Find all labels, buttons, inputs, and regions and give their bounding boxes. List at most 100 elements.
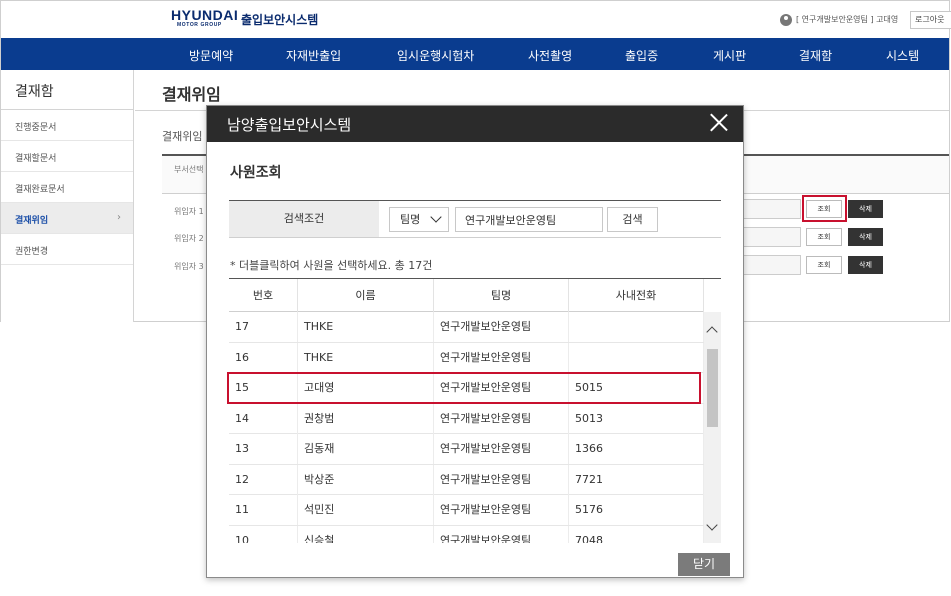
- cell-number: 17: [229, 312, 298, 342]
- user-info: [ 연구개발보안운영팀 ] 고대영: [796, 15, 899, 24]
- table-body: 17 THKE 연구개발보안운영팀 16 THKE 연구개발보안운영팀 15 고…: [229, 312, 704, 543]
- search-button[interactable]: 검색: [607, 207, 658, 232]
- nav-item-approval[interactable]: 결재함: [799, 47, 832, 64]
- cell-phone: 5015: [569, 373, 704, 403]
- table-row[interactable]: 17 THKE 연구개발보안운영팀: [229, 312, 704, 343]
- nav-item-visit-reservation[interactable]: 방문예약: [189, 47, 233, 64]
- table-header: 번호 이름 팀명 사내전화: [229, 279, 704, 312]
- table-row[interactable]: 12 박상준 연구개발보안운영팀 7721: [229, 464, 704, 495]
- hyundai-logo[interactable]: HYUNDAI MOTOR GROUP: [171, 8, 238, 30]
- scroll-down-icon[interactable]: [706, 519, 718, 531]
- cell-team: 연구개발보안운영팀: [434, 434, 569, 464]
- search-type-select[interactable]: 팀명: [389, 207, 449, 232]
- modal-header: 남양출입보안시스템: [207, 106, 743, 142]
- cell-team: 연구개발보안운영팀: [434, 525, 569, 543]
- table-row[interactable]: 14 권창범 연구개발보안운영팀 5013: [229, 403, 704, 434]
- delegate-label-1: 위임자 1: [174, 207, 204, 216]
- column-header-team: 팀명: [434, 279, 569, 312]
- cell-name: 신승철: [298, 525, 434, 543]
- scroll-up-icon[interactable]: [706, 326, 718, 338]
- lookup-button-3[interactable]: 조회: [806, 256, 842, 274]
- cell-number: 14: [229, 403, 298, 434]
- nav-item-test-vehicle[interactable]: 임시운행시험차: [397, 47, 474, 64]
- close-icon[interactable]: [709, 112, 729, 132]
- section-title: 결재위임: [162, 130, 203, 143]
- cell-phone: [569, 342, 704, 373]
- column-header-phone: 사내전화: [569, 279, 704, 312]
- cell-team: 연구개발보안운영팀: [434, 464, 569, 495]
- employee-table: 번호 이름 팀명 사내전화 17 THKE 연구개발보안운영팀 16 THKE …: [229, 278, 721, 543]
- cell-name: THKE: [298, 312, 434, 342]
- sidebar-item-label: 결재완료문서: [15, 185, 65, 195]
- chevron-down-icon: [430, 211, 442, 223]
- cell-name: 박상준: [298, 464, 434, 495]
- delegate-input-2[interactable]: [743, 227, 801, 247]
- cell-phone: 1366: [569, 434, 704, 464]
- employee-search-modal: 남양출입보안시스템 사원조회 검색조건 팀명 검색 * 더블클릭하여 사원을 선…: [206, 105, 744, 578]
- cell-number: 13: [229, 434, 298, 464]
- search-panel: 검색조건 팀명 검색: [229, 200, 721, 238]
- logout-button[interactable]: 로그아웃: [910, 11, 951, 29]
- delete-button-3[interactable]: 삭제: [848, 256, 883, 274]
- lookup-button-2[interactable]: 조회: [806, 228, 842, 246]
- app-title: 출입보안시스템: [241, 13, 319, 27]
- search-input[interactable]: [455, 207, 603, 232]
- cell-phone: 7048: [569, 525, 704, 543]
- cell-name: 석민진: [298, 495, 434, 525]
- close-button[interactable]: 닫기: [678, 553, 730, 576]
- sidebar-item-completed[interactable]: 결재완료문서: [1, 172, 133, 203]
- cell-team: 연구개발보안운영팀: [434, 342, 569, 373]
- cell-number: 15: [229, 373, 298, 403]
- table-row-selected[interactable]: 15 고대영 연구개발보안운영팀 5015: [229, 373, 704, 404]
- search-type-value: 팀명: [400, 213, 421, 226]
- chevron-right-icon: ›: [117, 212, 121, 223]
- cell-number: 11: [229, 495, 298, 525]
- table-row[interactable]: 11 석민진 연구개발보안운영팀 5176: [229, 495, 704, 526]
- cell-phone: 5013: [569, 403, 704, 434]
- delete-button-2[interactable]: 삭제: [848, 228, 883, 246]
- nav-item-pre-photo[interactable]: 사전촬영: [528, 47, 572, 64]
- sidebar-item-label: 진행중문서: [15, 123, 57, 133]
- cell-team: 연구개발보안운영팀: [434, 312, 569, 342]
- delegate-label-2: 위임자 2: [174, 234, 204, 243]
- column-header-name: 이름: [298, 279, 434, 312]
- sidebar-title: 결재함: [1, 70, 133, 110]
- table-scrollbar[interactable]: [704, 312, 721, 543]
- cell-name: THKE: [298, 342, 434, 373]
- scroll-thumb[interactable]: [707, 349, 718, 427]
- main-nav: 방문예약 자재반출입 임시운행시험차 사전촬영 출입증 게시판 결재함 시스템: [1, 38, 949, 70]
- table-row[interactable]: 13 김동재 연구개발보안운영팀 1366: [229, 434, 704, 465]
- cell-number: 16: [229, 342, 298, 373]
- page-title: 결재위임: [162, 85, 221, 104]
- cell-name: 김동재: [298, 434, 434, 464]
- sidebar-item-permission[interactable]: 권한변경: [1, 234, 133, 265]
- column-header-number: 번호: [229, 279, 298, 312]
- sidebar: 결재함 진행중문서 결재할문서 결재완료문서 결재위임 › 권한변경: [1, 70, 134, 322]
- delegate-input-3[interactable]: [743, 255, 801, 275]
- cell-phone: [569, 312, 704, 342]
- sidebar-item-label: 결재위임: [15, 216, 49, 226]
- selection-hint: * 더블클릭하여 사원을 선택하세요. 총 17건: [230, 259, 433, 272]
- cell-team: 연구개발보안운영팀: [434, 373, 569, 403]
- table-row[interactable]: 16 THKE 연구개발보안운영팀: [229, 342, 704, 373]
- nav-item-material[interactable]: 자재반출입: [286, 47, 341, 64]
- nav-item-board[interactable]: 게시판: [713, 47, 746, 64]
- sidebar-item-in-progress[interactable]: 진행중문서: [1, 110, 133, 141]
- sidebar-item-to-approve[interactable]: 결재할문서: [1, 141, 133, 172]
- sidebar-item-delegation[interactable]: 결재위임 ›: [1, 203, 133, 234]
- nav-item-system[interactable]: 시스템: [886, 47, 919, 64]
- cell-number: 10: [229, 525, 298, 543]
- delete-button-1[interactable]: 삭제: [848, 200, 883, 218]
- cell-phone: 7721: [569, 464, 704, 495]
- delegate-input-1[interactable]: [743, 199, 801, 219]
- delegate-label-3: 위임자 3: [174, 262, 204, 271]
- cell-phone: 5176: [569, 495, 704, 525]
- cell-team: 연구개발보안운영팀: [434, 495, 569, 525]
- department-label: 부서선택: [174, 165, 204, 174]
- logo-subtext: MOTOR GROUP: [177, 22, 222, 28]
- lookup-button-1[interactable]: 조회: [806, 200, 842, 218]
- cell-number: 12: [229, 464, 298, 495]
- modal-heading: 사원조회: [230, 165, 282, 181]
- table-row[interactable]: 10 신승철 연구개발보안운영팀 7048: [229, 525, 704, 543]
- nav-item-pass[interactable]: 출입증: [625, 47, 658, 64]
